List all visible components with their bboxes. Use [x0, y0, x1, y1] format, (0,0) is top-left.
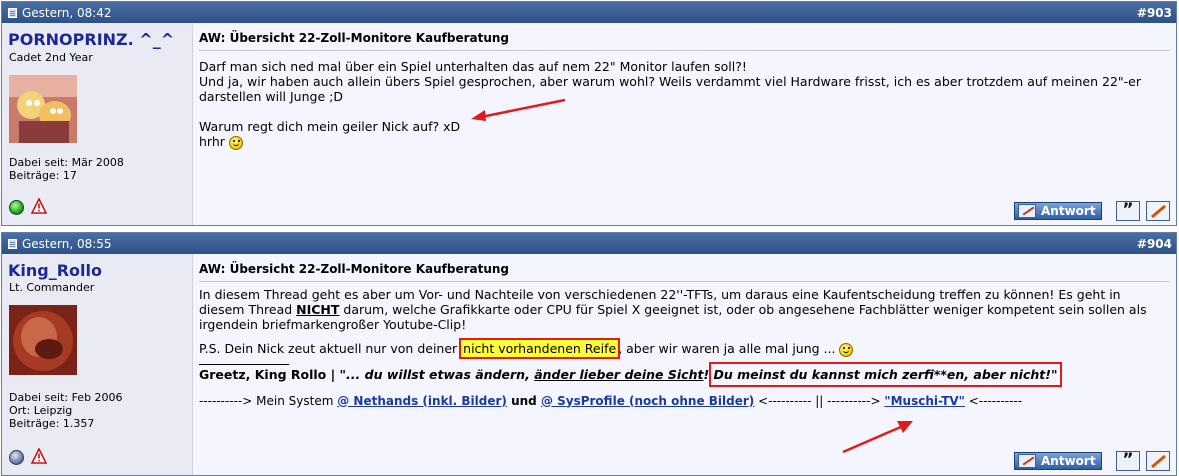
body-text: darum, welche Grafikkarte oder CPU für S… — [199, 302, 1147, 332]
user-rank: Lt. Commander — [9, 281, 95, 294]
user-sidebar: PORNOPRINZ. ^_^ Cadet 2nd Year Dabei sei… — [2, 23, 193, 225]
quote-button[interactable]: ” — [1116, 451, 1140, 471]
title-divider — [199, 281, 1170, 282]
user-joined: Dabei seit: Mär 2008 — [9, 156, 124, 169]
body-text: P.S. Dein Nick zeut aktuell nur von dein… — [199, 341, 462, 356]
reply-button[interactable]: Antwort — [1014, 452, 1102, 470]
body-paragraph: In diesem Thread geht es aber um Vor- un… — [199, 287, 1162, 332]
username-link[interactable]: King_Rollo — [8, 261, 102, 280]
body-text: , aber wir waren ja alle mal jung ... — [618, 341, 836, 356]
body-line: Darf man sich ned mal über ein Spiel unt… — [199, 59, 747, 74]
reply-button[interactable]: Antwort — [1014, 202, 1102, 220]
body-emphasis: NICHT — [296, 302, 340, 317]
signature-text: ----------> Mein System — [199, 393, 338, 408]
post-header: Gestern, 08:42 #903 — [2, 2, 1176, 23]
signature-line: Greetz, King Rollo | "... du willst etwa… — [199, 361, 1162, 387]
user-joined: Dabei seit: Feb 2006 — [9, 391, 123, 404]
signature-text: Greetz, King Rollo | — [199, 366, 340, 382]
post-icon — [8, 239, 17, 249]
user-avatar[interactable] — [9, 305, 77, 375]
nethands-link[interactable]: @ Nethands (inkl. Bilder) — [337, 394, 507, 408]
post-number-link[interactable]: #903 — [1137, 6, 1172, 20]
signature-text: und — [506, 393, 541, 408]
multiquote-edit-icon[interactable] — [1146, 451, 1170, 471]
reply-button-label: Antwort — [1041, 454, 1096, 468]
title-divider — [199, 50, 1170, 51]
sysprofile-link[interactable]: @ SysProfile (noch ohne Bilder) — [541, 394, 754, 408]
smiley-icon — [839, 342, 854, 357]
signature-divider — [199, 363, 289, 365]
pencil-icon — [1018, 454, 1036, 468]
multiquote-edit-icon[interactable] — [1146, 201, 1170, 221]
red-arrow-annotation — [842, 421, 913, 454]
user-location: Ort: Leipzig — [9, 404, 73, 417]
post-icon — [8, 8, 17, 18]
body-line: darstellen will Junge ;D — [199, 89, 343, 104]
muschi-tv-link[interactable]: "Muschi-TV" — [884, 394, 965, 408]
signature-quote: "... du willst etwas ändern, — [339, 366, 535, 382]
post-date: Gestern, 08:55 — [22, 237, 112, 251]
post-title: AW: Übersicht 22-Zoll-Monitore Kaufberat… — [199, 31, 510, 45]
post-title: AW: Übersicht 22-Zoll-Monitore Kaufberat… — [199, 262, 510, 276]
signature-quote-boxed: Du meinst du kannst mich zerfi**en, aber… — [708, 361, 1063, 387]
post-header: Gestern, 08:55 #904 — [2, 233, 1176, 254]
signature-text: <---------- — [964, 393, 1023, 408]
user-postcount: Beiträge: 1.357 — [9, 417, 95, 430]
post-903: Gestern, 08:42 #903 PORNOPRINZ. ^_^ Cade… — [1, 1, 1177, 226]
user-rank: Cadet 2nd Year — [9, 51, 93, 64]
body-line: Und ja, wir haben auch allein übers Spie… — [199, 74, 1142, 89]
post-date: Gestern, 08:42 — [22, 6, 112, 20]
post-904: Gestern, 08:55 #904 King_Rollo Lt. Comma… — [1, 232, 1177, 476]
post-action-buttons: Antwort ” — [1010, 201, 1170, 221]
pencil-icon — [1018, 204, 1036, 218]
reply-button-label: Antwort — [1041, 204, 1096, 218]
post-content: AW: Übersicht 22-Zoll-Monitore Kaufberat… — [199, 23, 1170, 225]
signature-text: <---------- || ----------> — [754, 393, 885, 408]
offline-status-icon — [9, 450, 24, 465]
post-action-buttons: Antwort ” — [1010, 451, 1170, 471]
user-avatar[interactable] — [9, 75, 77, 143]
post-body: Darf man sich ned mal über ein Spiel unt… — [199, 59, 1162, 150]
online-status-icon — [9, 200, 24, 215]
body-line: hrhr — [199, 134, 225, 149]
post-number-link[interactable]: #904 — [1137, 237, 1172, 251]
report-post-icon[interactable] — [31, 198, 47, 214]
signature-system-line: ----------> Mein System @ Nethands (inkl… — [199, 394, 1162, 409]
username-link[interactable]: PORNOPRINZ. ^_^ — [8, 30, 174, 49]
post-content: AW: Übersicht 22-Zoll-Monitore Kaufberat… — [199, 254, 1170, 475]
signature-quote-underlined: änder lieber deine Sicht — [534, 366, 704, 382]
smiley-icon — [228, 135, 243, 150]
red-arrow-annotation — [471, 98, 566, 121]
post-body: In diesem Thread geht es aber um Vor- un… — [199, 287, 1162, 409]
highlighted-text: nicht vorhandenen Reife — [459, 338, 621, 359]
body-paragraph: P.S. Dein Nick zeut aktuell nur von dein… — [199, 338, 1162, 359]
user-sidebar: King_Rollo Lt. Commander Dabei seit: Feb… — [2, 254, 193, 475]
report-post-icon[interactable] — [31, 448, 47, 464]
signature-quote: ! — [703, 366, 714, 382]
quote-button[interactable]: ” — [1116, 201, 1140, 221]
body-line: Warum regt dich mein geiler Nick auf? xD — [199, 119, 461, 134]
user-postcount: Beiträge: 17 — [9, 169, 77, 182]
